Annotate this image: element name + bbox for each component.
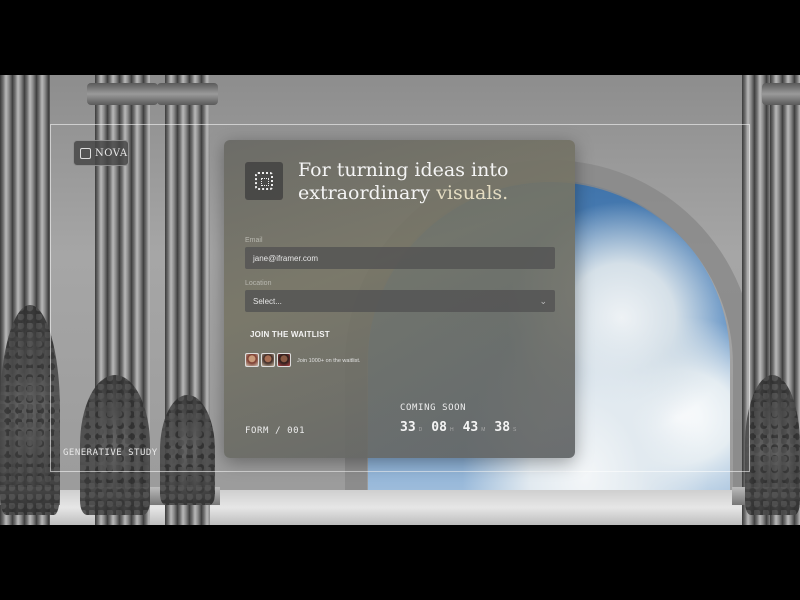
countdown: 33 D 08 H 43 M 38 S [400, 420, 525, 435]
email-field[interactable]: jane@iframer.com [245, 247, 555, 269]
brand-badge[interactable]: NOVA [73, 140, 129, 166]
ivy-foliage [745, 375, 800, 515]
location-value: Select... [253, 296, 282, 306]
countdown-minutes: 43 [462, 420, 479, 435]
countdown-hours: 08 [431, 420, 447, 435]
avatar [261, 353, 275, 367]
countdown-hours-unit: H [449, 427, 454, 433]
chevron-down-icon: ⌄ [539, 295, 547, 306]
email-value: jane@iframer.com [253, 253, 319, 263]
countdown-days: 33 [400, 420, 416, 435]
app-logo-icon [255, 172, 273, 190]
join-waitlist-button[interactable]: JOIN THE WAITLIST [245, 327, 335, 342]
avatar [277, 353, 291, 367]
location-label: Location [245, 280, 272, 287]
countdown-days-unit: D [418, 427, 423, 433]
avatar [245, 353, 259, 367]
headline: For turning ideas into extraordinary vis… [298, 159, 558, 205]
countdown-seconds: 38 [494, 420, 511, 435]
coming-soon-label: COMING SOON [400, 403, 467, 413]
generative-study-tag: GENERATIVE STUDY [63, 448, 158, 458]
headline-part2: extraordinary [298, 182, 431, 204]
avatar-group [245, 353, 291, 367]
headline-part1: For turning ideas into [298, 159, 509, 181]
countdown-minutes-unit: M [481, 427, 486, 433]
location-select[interactable]: Select... ⌄ [245, 290, 555, 312]
nova-logo-icon [80, 147, 91, 159]
waitlist-note: Join 1000+ on the waitlist. [297, 358, 361, 364]
form-code: FORM / 001 [245, 426, 306, 436]
headline-accent: visuals. [436, 182, 509, 204]
card-logo [245, 162, 283, 200]
countdown-seconds-unit: S [513, 427, 517, 433]
email-label: Email [245, 237, 263, 244]
brand-name: NOVA [95, 147, 128, 159]
waitlist-card: For turning ideas into extraordinary vis… [224, 140, 575, 458]
